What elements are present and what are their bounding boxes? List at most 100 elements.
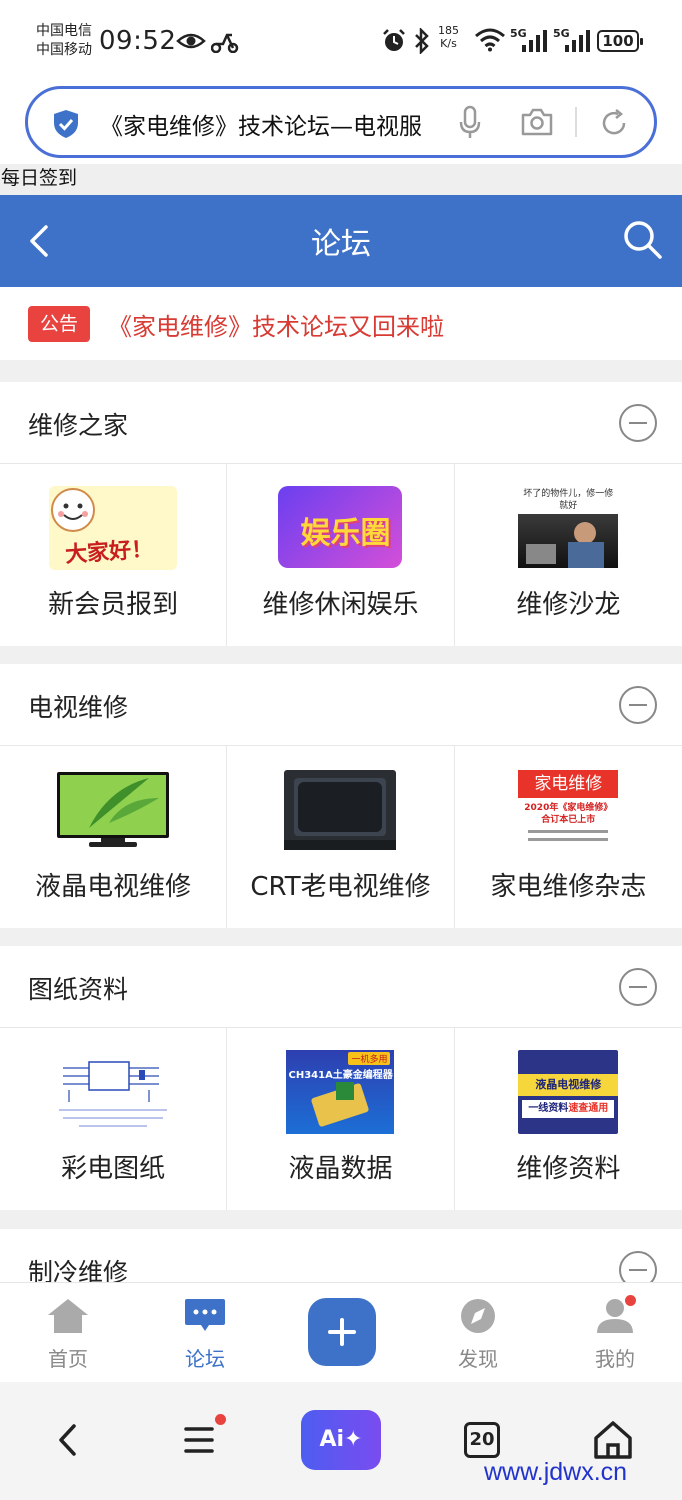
board-label: 液晶数据 (288, 1154, 393, 1184)
collapse-icon[interactable] (619, 968, 657, 1006)
alarm-icon (383, 29, 405, 51)
board-thumbnail: 液晶电视维修 一线资料速查通用 (518, 1050, 619, 1134)
thumb-caption: 娱乐圈 (300, 516, 391, 551)
board-label: 维修休闲娱乐 (262, 590, 419, 620)
notification-dot (625, 1295, 636, 1306)
app-header: 论坛 (0, 195, 682, 287)
board-grid: 大家好！ 新会员报到 娱乐圈 维修休闲娱乐 坏了的物件儿，修一修就好 维修沙龙 (0, 464, 682, 646)
board-leisure[interactable]: 娱乐圈 维修休闲娱乐 (227, 464, 455, 646)
board-label: 家电维修杂志 (490, 872, 647, 902)
thumb-subcaption: 一线资料速查通用 (522, 1100, 615, 1118)
collapse-icon[interactable] (619, 686, 657, 724)
status-bar: 中国电信 中国移动 09:52 185 K/s 5G 5G 100 (0, 0, 682, 80)
section-header: 电视维修 (0, 664, 682, 746)
forum-section-schematics: 图纸资料 彩电图纸 一机多用 CH341A土豪金编程器 液晶数据 液晶电视维修 … (0, 946, 682, 1210)
new-post-button[interactable] (308, 1298, 376, 1366)
address-text[interactable]: 《家电维修》技术论坛—电视服 (100, 107, 432, 141)
board-thumbnail: 家电维修 2020年《家电维修》合订本已上市 (518, 768, 619, 852)
board-thumbnail: 一机多用 CH341A土豪金编程器 (286, 1050, 395, 1134)
board-salon[interactable]: 坏了的物件儿，修一修就好 维修沙龙 (454, 464, 682, 646)
lcd-tv-icon (57, 772, 170, 847)
tab-home[interactable]: 首页 (28, 1297, 108, 1372)
announcement-badge: 公告 (28, 306, 90, 342)
forum-icon (185, 1299, 225, 1331)
section-title: 图纸资料 (28, 975, 129, 1004)
compass-icon (461, 1299, 495, 1333)
board-label: 维修沙龙 (516, 590, 621, 620)
signal-icon (522, 30, 547, 52)
board-grid: 液晶电视维修 CRT老电视维修 家电维修 2020年《家电维修》合订本已上市 家… (0, 746, 682, 928)
collapse-icon[interactable] (619, 1251, 657, 1282)
announcement-text[interactable]: 《家电维修》技术论坛又回来啦 (108, 307, 444, 342)
collapse-icon[interactable] (619, 404, 657, 442)
board-color-tv-schematics[interactable]: 彩电图纸 (0, 1028, 228, 1210)
ai-button[interactable]: Ai✦ (301, 1410, 381, 1470)
tab-discover[interactable]: 发现 (438, 1297, 518, 1372)
tabs-icon[interactable]: 20 (464, 1422, 500, 1458)
forum-section-refrigeration: 制冷维修 (0, 1229, 682, 1282)
section-title: 维修之家 (28, 411, 129, 440)
watermark: www.jdwx.cn (484, 1458, 628, 1486)
crt-tv-icon (284, 770, 397, 850)
shield-icon (54, 110, 78, 138)
announcement-bar[interactable]: 公告 《家电维修》技术论坛又回来啦 (0, 287, 682, 360)
battery-icon: 100 (597, 30, 643, 52)
section-header: 制冷维修 (0, 1229, 682, 1282)
board-thumbnail: 大家好！ (49, 486, 178, 570)
browser-toolbar: 《家电维修》技术论坛—电视服 (0, 80, 682, 164)
section-header: 维修之家 (0, 382, 682, 464)
board-label: CRT老电视维修 (250, 872, 431, 902)
scooter-icon (211, 33, 239, 53)
thumb-tag: 一机多用 (348, 1052, 391, 1065)
thumb-caption: CH341A土豪金编程器 (288, 1070, 393, 1081)
board-thumbnail: 坏了的物件儿，修一修就好 (512, 486, 625, 570)
camera-icon[interactable] (520, 107, 554, 137)
bluetooth-icon (415, 28, 429, 54)
reload-icon[interactable] (598, 107, 630, 139)
board-crt-tv[interactable]: CRT老电视维修 (227, 746, 455, 928)
mic-icon[interactable] (458, 105, 482, 141)
tab-profile[interactable]: 我的 (575, 1297, 655, 1372)
address-bar[interactable]: 《家电维修》技术论坛—电视服 (25, 86, 657, 158)
board-new-member[interactable]: 大家好！ 新会员报到 (0, 464, 228, 646)
divider (575, 107, 577, 137)
board-magazine[interactable]: 家电维修 2020年《家电维修》合订本已上市 家电维修杂志 (454, 746, 682, 928)
tab-label: 发现 (458, 1347, 498, 1371)
wifi-icon (475, 28, 505, 52)
carrier-2: 中国移动 (36, 42, 92, 58)
tab-forum[interactable]: 论坛 (165, 1297, 245, 1372)
search-icon[interactable] (622, 219, 664, 261)
net-speed-value: 185 (438, 24, 459, 37)
thumb-sub-text: 一线资料 (528, 1103, 569, 1114)
board-lcd-data[interactable]: 一机多用 CH341A土豪金编程器 液晶数据 (227, 1028, 455, 1210)
board-label: 维修资料 (516, 1154, 621, 1184)
thumb-caption: 大家好！ (64, 536, 155, 569)
back-icon[interactable] (56, 1422, 80, 1458)
carrier-names: 中国电信 中国移动 (36, 22, 92, 60)
forum-section-tv-repair: 电视维修 液晶电视维修 CRT老电视维修 家电维修 2020年《家电维修》合订本… (0, 664, 682, 928)
thumb-caption: 液晶电视维修 (518, 1074, 619, 1096)
section-title: 制冷维修 (28, 1258, 129, 1282)
board-grid: 彩电图纸 一机多用 CH341A土豪金编程器 液晶数据 液晶电视维修 一线资料速… (0, 1028, 682, 1210)
net-speed: 185 K/s (438, 24, 459, 50)
board-label: 彩电图纸 (61, 1154, 166, 1184)
forum-section-repair-home: 维修之家 大家好！ 新会员报到 娱乐圈 维修休闲娱乐 坏了的物件儿，修一修就好 … (0, 382, 682, 646)
bottom-tab-bar: 首页 论坛 发现 我的 (0, 1282, 682, 1382)
thumb-caption: 家电维修 (518, 770, 619, 798)
home-icon (48, 1299, 88, 1333)
eye-icon (176, 33, 206, 49)
board-lcd-tv[interactable]: 液晶电视维修 (0, 746, 228, 928)
home-icon[interactable] (592, 1420, 634, 1460)
section-header: 图纸资料 (0, 946, 682, 1028)
schematic-icon (49, 1050, 178, 1134)
board-repair-docs[interactable]: 液晶电视维修 一线资料速查通用 维修资料 (454, 1028, 682, 1210)
thumb-tag: 速查通用 (568, 1103, 609, 1114)
clock: 09:52 (99, 26, 177, 56)
menu-icon[interactable] (184, 1426, 214, 1454)
daily-checkin-link[interactable]: 每日签到 (0, 164, 682, 195)
tab-label: 我的 (595, 1347, 635, 1371)
tab-label: 论坛 (185, 1347, 225, 1371)
board-label: 液晶电视维修 (35, 872, 192, 902)
carrier-1: 中国电信 (36, 23, 92, 39)
section-title: 电视维修 (28, 693, 129, 722)
